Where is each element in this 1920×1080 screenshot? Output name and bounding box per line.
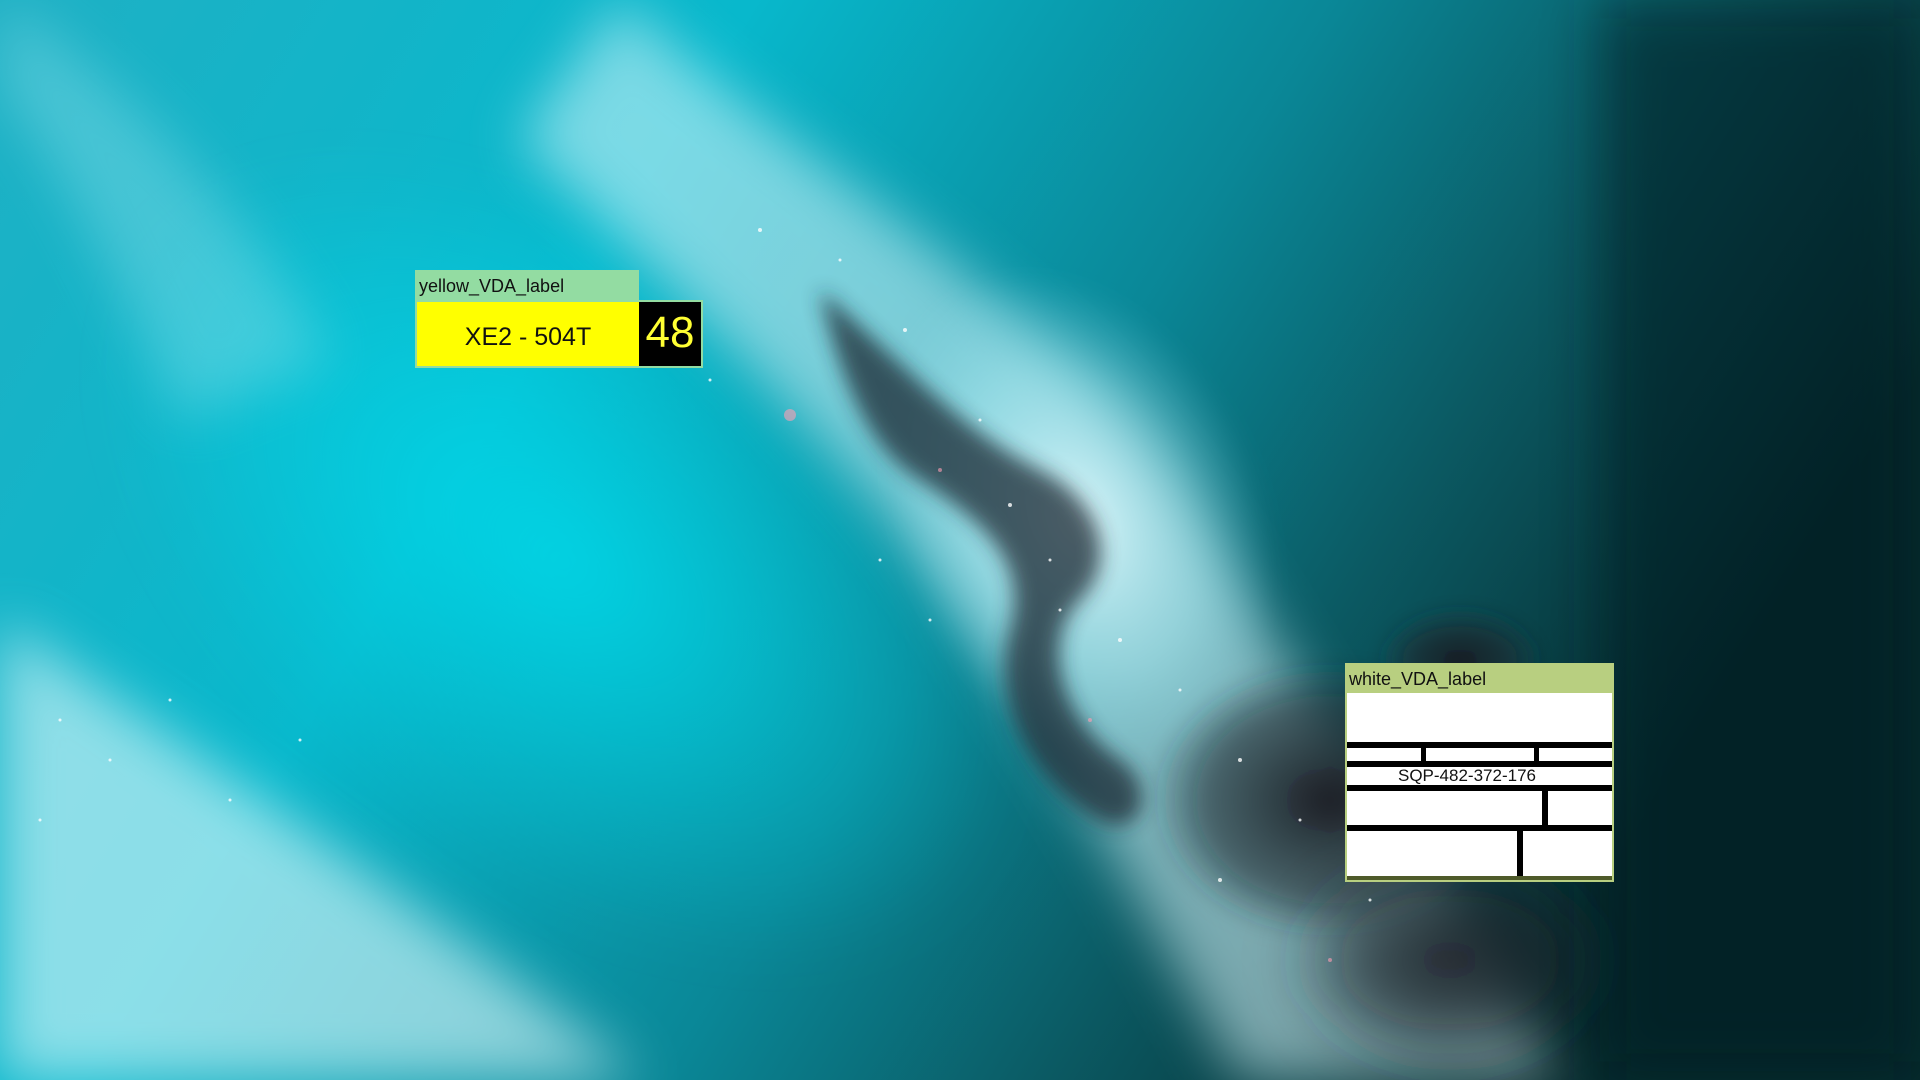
- label-number-badge: 48: [639, 302, 701, 366]
- part-code: XE2 - 504T: [464, 323, 592, 351]
- white-label-body: SQP-482-372-176: [1345, 693, 1614, 882]
- grid-rule-h4: [1347, 825, 1612, 831]
- grid-rule-h1: [1347, 742, 1612, 748]
- yellow-label-body: XE2 - 504T 48: [415, 300, 703, 368]
- white-label-title-bar[interactable]: white_VDA_label: [1345, 663, 1614, 695]
- grid-rule-v3: [1542, 785, 1548, 827]
- white-vda-label-window[interactable]: white_VDA_label SQP-482-372-176: [1345, 663, 1614, 882]
- grid-rule-bottom: [1347, 876, 1612, 880]
- grid-rule-v4: [1517, 829, 1523, 877]
- yellow-vda-label-window[interactable]: yellow_VDA_label XE2 - 504T 48: [415, 270, 703, 368]
- desktop-wallpaper: [0, 0, 1920, 1080]
- yellow-label-title-bar[interactable]: yellow_VDA_label: [415, 270, 639, 302]
- serial-number: SQP-482-372-176: [1398, 766, 1536, 785]
